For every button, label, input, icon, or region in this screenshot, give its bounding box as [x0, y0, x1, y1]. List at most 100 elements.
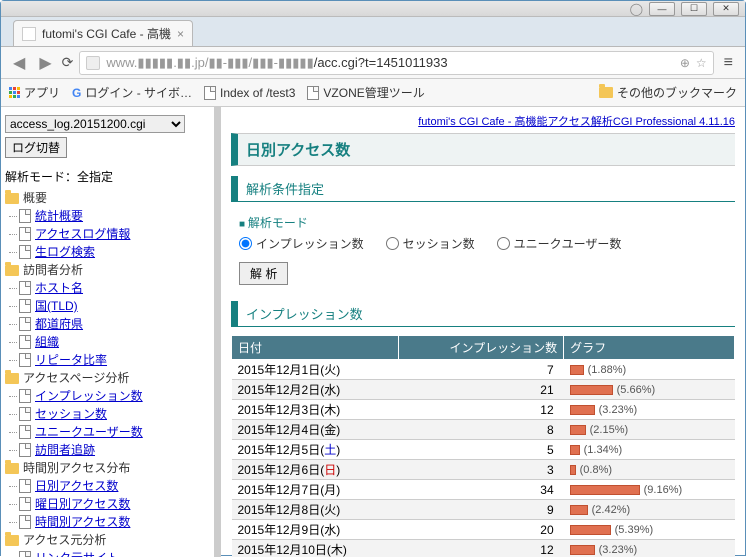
- page-icon: [19, 497, 31, 511]
- credit-link[interactable]: futomi's CGI Cafe - 高機能アクセス解析CGI Profess…: [418, 116, 735, 128]
- tree-group-label: アクセスページ分析: [23, 369, 129, 387]
- radio-label: ユニークユーザー数: [514, 235, 622, 252]
- page-icon: [19, 227, 31, 241]
- table-row: 2015年12月5日(土)5(1.34%): [232, 440, 735, 460]
- chrome-menu-button[interactable]: ≡: [720, 54, 737, 72]
- bookmark-label: その他のブックマーク: [617, 84, 737, 101]
- tree-item[interactable]: 統計概要: [5, 207, 210, 225]
- bookmark-index[interactable]: Index of /test3: [204, 86, 295, 100]
- page-content: access_log.20151200.cgi ログ切替 解析モード：全指定 概…: [1, 107, 745, 557]
- tree-item[interactable]: リピータ比率: [5, 351, 210, 369]
- cell-pct: (0.8%): [580, 464, 612, 476]
- tree-item-link[interactable]: 国(TLD): [35, 297, 78, 315]
- radio-label: インプレッション数: [256, 235, 364, 252]
- bar-icon: [570, 545, 595, 555]
- radio-label: セッション数: [403, 235, 475, 252]
- cell-count: 5: [398, 440, 564, 460]
- tree-item[interactable]: 時間別アクセス数: [5, 513, 210, 531]
- forward-button[interactable]: ▶: [35, 53, 55, 73]
- tree-item[interactable]: ホスト名: [5, 279, 210, 297]
- log-file-select[interactable]: access_log.20151200.cgi: [5, 115, 185, 133]
- cell-pct: (1.34%): [584, 444, 623, 456]
- page-icon: [204, 86, 216, 100]
- tree-group[interactable]: アクセス元分析: [5, 531, 210, 549]
- cell-count: 21: [398, 380, 564, 400]
- radio-impressions-input[interactable]: [239, 237, 252, 250]
- bookmark-vzone[interactable]: VZONE管理ツール: [307, 84, 424, 101]
- tree-item-link[interactable]: 統計概要: [35, 207, 83, 225]
- credit-line: futomi's CGI Cafe - 高機能アクセス解析CGI Profess…: [231, 113, 735, 129]
- tree-item-link[interactable]: 訪問者追跡: [35, 441, 95, 459]
- tree-item[interactable]: 生ログ検索: [5, 243, 210, 261]
- other-bookmarks[interactable]: その他のブックマーク: [599, 84, 737, 101]
- back-button[interactable]: ◀: [9, 53, 29, 73]
- log-switch-button[interactable]: ログ切替: [5, 137, 67, 158]
- radio-unique[interactable]: ユニークユーザー数: [497, 235, 622, 252]
- tree-item[interactable]: インプレッション数: [5, 387, 210, 405]
- tree-item[interactable]: 都道府県: [5, 315, 210, 333]
- close-window-button[interactable]: ✕: [713, 2, 739, 16]
- tree-item[interactable]: 国(TLD): [5, 297, 210, 315]
- apps-shortcut[interactable]: アプリ: [9, 84, 60, 101]
- cell-graph: (2.15%): [564, 420, 735, 440]
- cell-graph: (1.34%): [564, 440, 735, 460]
- user-avatar-icon[interactable]: ◯: [630, 2, 643, 16]
- tree-item-link[interactable]: 組織: [35, 333, 59, 351]
- table-row: 2015年12月6日(日)3(0.8%): [232, 460, 735, 480]
- tree-group[interactable]: 時間別アクセス分布: [5, 459, 210, 477]
- tree-item-link[interactable]: リピータ比率: [35, 351, 107, 369]
- tree-item[interactable]: 組織: [5, 333, 210, 351]
- tree-item[interactable]: アクセスログ情報: [5, 225, 210, 243]
- cell-count: 8: [398, 420, 564, 440]
- radio-impressions[interactable]: インプレッション数: [239, 235, 364, 252]
- page-icon: [19, 479, 31, 493]
- folder-icon: [5, 463, 19, 474]
- radio-sessions[interactable]: セッション数: [386, 235, 475, 252]
- tree-item-link[interactable]: 曜日別アクセス数: [35, 495, 130, 513]
- tree-item[interactable]: 曜日別アクセス数: [5, 495, 210, 513]
- tree-item-link[interactable]: アクセスログ情報: [35, 225, 130, 243]
- browser-tab[interactable]: futomi's CGI Cafe - 高機 ×: [13, 20, 193, 46]
- tree-item[interactable]: セッション数: [5, 405, 210, 423]
- maximize-button[interactable]: ☐: [681, 2, 707, 16]
- reload-button[interactable]: ⟳: [62, 54, 74, 71]
- tree-item-link[interactable]: ホスト名: [35, 279, 83, 297]
- tree-item[interactable]: 訪問者追跡: [5, 441, 210, 459]
- tree-group[interactable]: 概要: [5, 189, 210, 207]
- cell-date: 2015年12月2日(水): [232, 380, 399, 400]
- page-icon: [19, 335, 31, 349]
- minimize-button[interactable]: —: [649, 2, 675, 16]
- tree-item-link[interactable]: 日別アクセス数: [35, 477, 118, 495]
- tree-item-link[interactable]: ユニークユーザー数: [35, 423, 143, 441]
- apps-grid-icon: [9, 87, 20, 98]
- tab-close-icon[interactable]: ×: [177, 27, 184, 41]
- address-bar[interactable]: www.▮▮▮▮▮.▮▮.jp/▮▮-▮▮▮/▮▮▮-▮▮▮▮▮/acc.cgi…: [79, 51, 713, 75]
- page-icon: [19, 353, 31, 367]
- cell-graph: (1.88%): [564, 360, 735, 380]
- tree-item[interactable]: ユニークユーザー数: [5, 423, 210, 441]
- reader-icon[interactable]: ⊕: [680, 56, 690, 70]
- tree-item-link[interactable]: セッション数: [35, 405, 107, 423]
- bookmark-bar: アプリ Gログイン - サイボ… Index of /test3 VZONE管理…: [1, 79, 745, 107]
- radio-unique-input[interactable]: [497, 237, 510, 250]
- cell-count: 34: [398, 480, 564, 500]
- tree-group[interactable]: アクセスページ分析: [5, 369, 210, 387]
- table-row: 2015年12月3日(木)12(3.23%): [232, 400, 735, 420]
- daily-access-table: 日付 インプレッション数 グラフ 2015年12月1日(火)7(1.88%)20…: [231, 335, 735, 557]
- bookmark-login[interactable]: Gログイン - サイボ…: [72, 84, 192, 101]
- cell-pct: (3.23%): [599, 544, 638, 556]
- tree-item-link[interactable]: インプレッション数: [35, 387, 143, 405]
- tree-item[interactable]: 日別アクセス数: [5, 477, 210, 495]
- tree-item-link[interactable]: 時間別アクセス数: [35, 513, 130, 531]
- tree-group[interactable]: 訪問者分析: [5, 261, 210, 279]
- radio-sessions-input[interactable]: [386, 237, 399, 250]
- tree-item-link[interactable]: 都道府県: [35, 315, 83, 333]
- page-icon: [19, 515, 31, 529]
- page-icon: [19, 299, 31, 313]
- browser-toolbar: ◀ ▶ ⟳ www.▮▮▮▮▮.▮▮.jp/▮▮-▮▮▮/▮▮▮-▮▮▮▮▮/a…: [1, 47, 745, 79]
- analyze-button[interactable]: 解 析: [239, 262, 288, 285]
- tree-item-link[interactable]: 生ログ検索: [35, 243, 95, 261]
- site-info-icon[interactable]: [86, 56, 100, 70]
- page-icon: [19, 407, 31, 421]
- bookmark-star-icon[interactable]: ☆: [696, 56, 707, 70]
